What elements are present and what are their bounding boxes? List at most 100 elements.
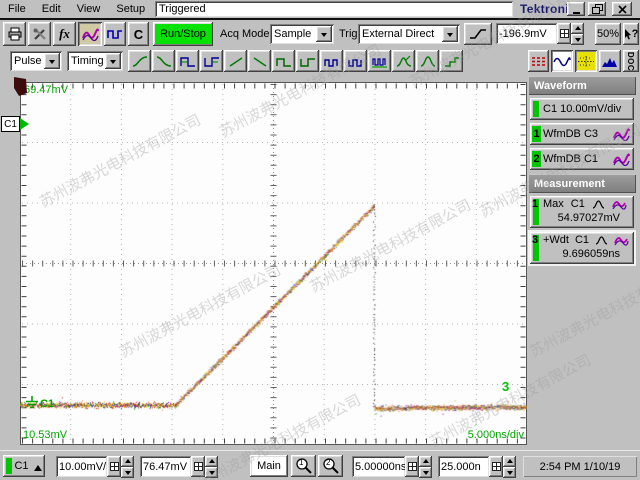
meas-pos-width-button[interactable] — [176, 50, 199, 72]
menu-edit[interactable]: Edit — [34, 1, 69, 18]
close-button[interactable] — [612, 2, 632, 16]
context-help-button[interactable]: ? — [623, 23, 639, 45]
trigger-level-field[interactable]: -196.9mV — [496, 23, 557, 44]
trigger-slope-button[interactable] — [464, 23, 492, 45]
waveform-header-label: Waveform — [534, 80, 587, 92]
record-length-keypad-button[interactable] — [489, 456, 503, 477]
vertical-scale-field[interactable]: 10.00mV/ — [56, 456, 107, 477]
neg-width-icon — [203, 55, 221, 68]
menu-view[interactable]: View — [69, 1, 109, 18]
run-stop-button[interactable]: Run/Stop — [153, 22, 213, 46]
cursors-button[interactable] — [528, 50, 549, 72]
record-length-down-button[interactable] — [503, 467, 516, 478]
trigger-level-up-button[interactable] — [571, 23, 584, 34]
trigger-source-dropdown-arrow-icon[interactable] — [442, 26, 458, 42]
clear-c-icon: C — [134, 27, 143, 42]
vertical-scale-up-button[interactable] — [121, 456, 134, 467]
measure-class-dropdown-arrow-icon[interactable] — [44, 53, 60, 69]
measurement-1-button[interactable]: 1 Max C1 54.97027mV — [530, 196, 634, 228]
zoom-1-button[interactable]: 1 — [291, 455, 316, 477]
double-pulse-icon — [323, 55, 341, 68]
meas-rise-time-button[interactable] — [128, 50, 151, 72]
trigger-level-keypad-button[interactable] — [557, 23, 571, 44]
wfmdb2-number: 2 — [532, 151, 541, 167]
channel-marker[interactable]: C1 — [1, 116, 20, 132]
ground-channel-label: C1 — [40, 398, 54, 410]
neg-pulse-icon — [299, 55, 317, 68]
pos-pulse-icon — [275, 55, 293, 68]
measure-group-dropdown-arrow-icon[interactable] — [105, 53, 121, 69]
meas-peak-arrow-button[interactable] — [392, 50, 415, 72]
run-stop-label: Run/Stop — [160, 28, 206, 40]
horizontal-mode-button[interactable]: Main — [250, 455, 288, 477]
graticule-style-button[interactable] — [575, 50, 597, 72]
trigger-source-select[interactable]: External Direct — [358, 24, 460, 44]
trigger-level-down-button[interactable] — [571, 34, 584, 45]
timebase-down-button[interactable] — [419, 467, 432, 478]
waveform-display-button[interactable] — [78, 22, 102, 46]
menu-setup[interactable]: Setup — [108, 1, 153, 18]
print-button[interactable] — [3, 22, 26, 46]
up-arrow-icon — [423, 456, 429, 463]
timebase-label: 5.000ns/div — [424, 429, 524, 441]
meas-burst-width-button[interactable] — [368, 50, 391, 72]
down-arrow-icon — [423, 471, 429, 478]
channel-scale-button[interactable]: C1 10.00mV/div — [530, 98, 634, 120]
meas-peak-button[interactable] — [416, 50, 439, 72]
down-arrow-icon — [507, 471, 513, 478]
meas-step-button[interactable] — [440, 50, 463, 72]
record-length-up-button[interactable] — [503, 456, 516, 467]
channel-marker-arrow-icon — [20, 118, 29, 130]
watermark-text: 苏州波弗光电科技有限公司 — [526, 259, 640, 362]
channel-select-button[interactable]: C1 — [3, 455, 45, 477]
set-50-label: 50% — [597, 28, 619, 40]
meas-neg-pulse-button[interactable] — [296, 50, 319, 72]
tools-button[interactable] — [28, 22, 51, 46]
meas-pos-duty-button[interactable] — [320, 50, 343, 72]
waveform-view-button[interactable] — [551, 50, 573, 72]
vertical-scale-keypad-button[interactable] — [107, 456, 121, 477]
meas-neg-duty-button[interactable] — [344, 50, 367, 72]
vertical-position-keypad-button[interactable] — [191, 456, 205, 477]
timebase-up-button[interactable] — [419, 456, 432, 467]
measure-class-select[interactable]: Pulse — [10, 51, 62, 71]
vertical-setup-button[interactable] — [104, 22, 126, 46]
timebase-keypad-button[interactable] — [405, 456, 419, 477]
vertical-position-up-button[interactable] — [205, 456, 218, 467]
horizontal-mode-label: Main — [257, 460, 281, 472]
square-wave-icon — [107, 28, 123, 41]
meas-fall-time-button[interactable] — [152, 50, 175, 72]
wfmdb2-button[interactable]: 2 WfmDB C1 — [530, 148, 634, 170]
cursor-lines-icon — [531, 55, 547, 67]
wfmdb1-button[interactable]: 1 WfmDB C3 — [530, 123, 634, 145]
zoom-2-button[interactable]: 2 — [318, 455, 343, 477]
purple-wave-icon — [614, 234, 629, 246]
record-length-field[interactable]: 25.000n — [438, 456, 489, 477]
restore-button[interactable] — [588, 2, 606, 16]
meas-rise-slope-button[interactable] — [224, 50, 247, 72]
trigger-set-50-button[interactable]: 50% — [595, 23, 621, 45]
menu-file[interactable]: File — [0, 1, 34, 18]
math-fx-button[interactable]: fx — [53, 22, 76, 46]
meas-pos-pulse-button[interactable] — [272, 50, 295, 72]
measurement-3-button[interactable]: 3 +Wdt C1 9.696059ns — [530, 232, 634, 264]
clear-button[interactable]: C — [128, 22, 149, 46]
acq-mode-select[interactable]: Sample — [270, 24, 334, 44]
up-arrow-icon — [209, 456, 215, 463]
measure-group-value: Timing — [67, 55, 103, 67]
histogram-button[interactable] — [599, 50, 621, 72]
minimize-button[interactable] — [567, 2, 585, 16]
meas-fall-slope-button[interactable] — [248, 50, 271, 72]
vertical-scale-down-button[interactable] — [121, 467, 134, 478]
measure-group-select[interactable]: Timing — [67, 51, 123, 71]
acq-mode-dropdown-arrow-icon[interactable] — [316, 26, 332, 42]
datetime-text: 2:54 PM 1/10/19 — [540, 461, 621, 473]
doc-rotated-button[interactable]: DOC — [623, 50, 639, 72]
vertical-position-control: 76.47mV — [140, 456, 218, 477]
double-notch-icon — [347, 55, 365, 68]
meas-neg-width-button[interactable] — [200, 50, 223, 72]
sine-wave-icon — [553, 55, 571, 68]
timebase-field[interactable]: 5.00000ns — [352, 456, 405, 477]
vertical-position-field[interactable]: 76.47mV — [140, 456, 191, 477]
vertical-position-down-button[interactable] — [205, 467, 218, 478]
